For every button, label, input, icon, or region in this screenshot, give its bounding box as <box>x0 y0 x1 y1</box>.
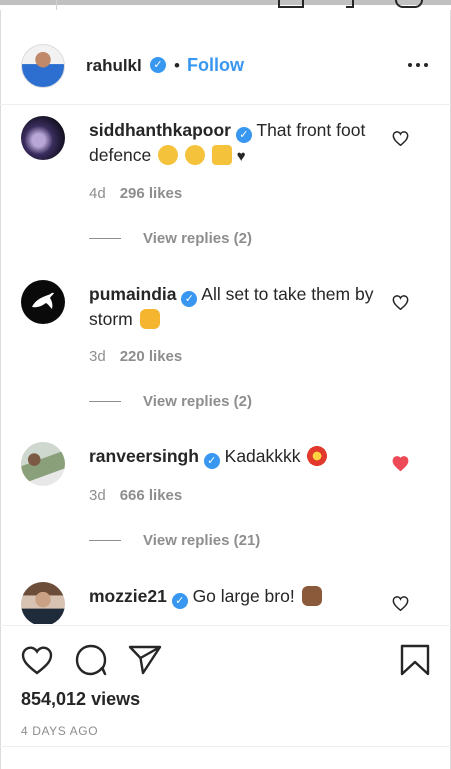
commenter-avatar[interactable] <box>21 442 65 486</box>
comment-body: Go large bro! <box>192 586 295 606</box>
verified-badge-icon: ✓ <box>235 127 252 143</box>
top-divider <box>56 0 57 10</box>
comment-likes[interactable]: 220 likes <box>120 348 183 365</box>
view-replies-button[interactable]: View replies (2) <box>89 393 252 410</box>
clapping-hands-emoji-icon <box>158 145 179 165</box>
ok-hand-emoji-icon <box>301 586 322 606</box>
comment-item: siddhanthkapoor ✓ That front foot defenc… <box>0 106 451 270</box>
author-username[interactable]: rahulkl <box>86 56 142 76</box>
comment-text: ranveersingh ✓ Kadakkkk <box>89 444 379 469</box>
comment-likes[interactable]: 666 likes <box>120 487 183 504</box>
top-window-edge <box>0 0 451 10</box>
comment-item: ranveersingh ✓ Kadakkkk 3d 666 likes View… <box>0 434 451 574</box>
comment-item: mozzie21 ✓ Go large bro! <box>0 574 451 624</box>
like-comment-heart-icon[interactable] <box>392 131 409 146</box>
comment-meta: 3d 220 likes <box>89 348 182 365</box>
replies-line <box>89 540 121 541</box>
top-scroll-strip <box>0 0 451 5</box>
verified-badge-icon: ✓ <box>181 291 198 307</box>
more-options-icon[interactable] <box>406 56 430 72</box>
post-header: rahulkl ✓ • Follow <box>0 10 451 105</box>
comments-list[interactable]: siddhanthkapoor ✓ That front foot defenc… <box>0 106 451 624</box>
comment-text: siddhanthkapoor ✓ That front foot defenc… <box>89 118 379 169</box>
liked-comment-heart-icon[interactable] <box>392 456 409 471</box>
commenter-username[interactable]: mozzie21 <box>89 586 167 606</box>
verified-badge-icon: ✓ <box>171 593 188 609</box>
comment-age: 3d <box>89 348 106 365</box>
commenter-avatar[interactable] <box>21 582 65 624</box>
replies-line <box>89 238 121 239</box>
commenter-username[interactable]: siddhanthkapoor <box>89 120 231 140</box>
comment-item: pumaindia ✓ All set to take them by stor… <box>0 270 451 434</box>
post-footer: 854,012 views 4 DAYS AGO <box>0 625 451 769</box>
commenter-avatar[interactable] <box>21 280 65 324</box>
verified-badge-icon: ✓ <box>203 453 220 469</box>
views-count[interactable]: 854,012 views <box>21 689 140 710</box>
top-nav-icon-fragment[interactable] <box>278 0 304 8</box>
view-replies-label[interactable]: View replies (2) <box>143 230 252 247</box>
commenter-username[interactable]: ranveersingh <box>89 446 199 466</box>
like-comment-heart-icon[interactable] <box>392 295 409 310</box>
comment-age: 3d <box>89 487 106 504</box>
commenter-username[interactable]: pumaindia <box>89 284 177 304</box>
hugging-face-emoji-icon <box>185 145 206 165</box>
post-date[interactable]: 4 DAYS AGO <box>21 724 98 738</box>
puma-logo-icon <box>32 292 54 309</box>
collision-emoji-icon <box>307 446 328 466</box>
view-replies-label[interactable]: View replies (2) <box>143 393 252 410</box>
view-replies-label[interactable]: View replies (21) <box>143 532 260 549</box>
black-heart-emoji-icon: ♥ <box>236 148 246 165</box>
comment-bubble-icon[interactable] <box>75 644 107 676</box>
follow-button[interactable]: Follow <box>187 55 244 76</box>
author-avatar[interactable] <box>21 44 65 88</box>
comment-likes[interactable]: 296 likes <box>120 185 183 202</box>
commenter-avatar[interactable] <box>21 116 65 160</box>
top-nav-icon-fragment-2[interactable] <box>346 0 354 8</box>
add-comment-divider <box>0 746 451 747</box>
share-paper-plane-icon[interactable] <box>128 645 162 675</box>
save-bookmark-icon[interactable] <box>400 644 430 676</box>
comment-text: pumaindia ✓ All set to take them by stor… <box>89 282 379 331</box>
separator-dot: • <box>174 56 180 75</box>
view-replies-button[interactable]: View replies (21) <box>89 532 260 549</box>
view-replies-button[interactable]: View replies (2) <box>89 230 252 247</box>
verified-badge-icon: ✓ <box>150 57 166 73</box>
comment-meta: 3d 666 likes <box>89 487 182 504</box>
raising-hands-emoji-icon <box>211 145 232 165</box>
comment-body: Kadakkkk <box>224 446 301 466</box>
top-nav-avatar-fragment[interactable] <box>395 0 423 8</box>
like-comment-heart-icon[interactable] <box>392 596 409 611</box>
comment-meta: 4d 296 likes <box>89 185 182 202</box>
replies-line <box>89 401 121 402</box>
comment-age: 4d <box>89 185 106 202</box>
like-heart-icon[interactable] <box>21 645 53 675</box>
comment-text: mozzie21 ✓ Go large bro! <box>89 584 379 609</box>
oncoming-fist-emoji-icon <box>139 309 160 329</box>
